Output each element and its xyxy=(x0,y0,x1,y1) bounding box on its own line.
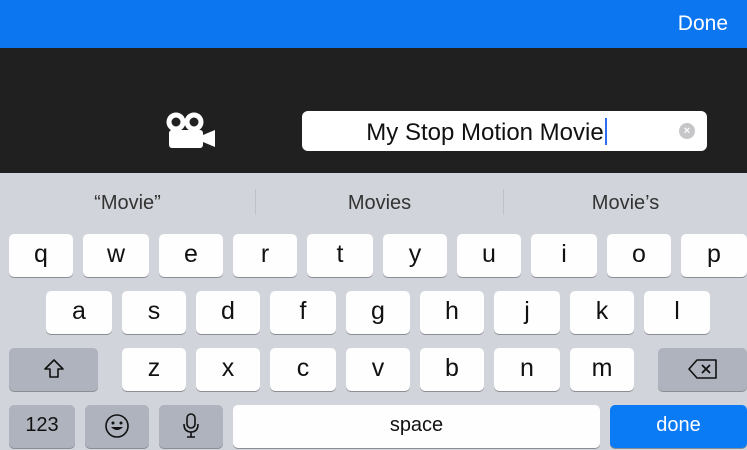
key-l[interactable]: l xyxy=(644,291,710,334)
keyboard: “Movie” Movies Movie’s q w e r t y u i o… xyxy=(0,173,747,450)
key-y[interactable]: y xyxy=(383,234,447,277)
suggestion-3[interactable]: Movie’s xyxy=(504,173,747,233)
keyboard-done-key[interactable]: done xyxy=(610,405,747,448)
shift-key[interactable] xyxy=(9,348,98,391)
key-a[interactable]: a xyxy=(46,291,112,334)
emoji-icon xyxy=(105,414,129,438)
microphone-icon xyxy=(183,413,199,438)
camera-icon xyxy=(166,112,215,148)
key-p[interactable]: p xyxy=(681,234,747,277)
suggestion-1[interactable]: “Movie” xyxy=(0,173,255,233)
key-n[interactable]: n xyxy=(494,348,560,391)
clear-text-icon[interactable]: × xyxy=(679,123,695,139)
title-input-text: My Stop Motion Movie xyxy=(366,119,604,146)
key-s[interactable]: s xyxy=(122,291,186,334)
done-button[interactable]: Done xyxy=(678,12,728,36)
backspace-icon xyxy=(687,359,717,379)
key-i[interactable]: i xyxy=(531,234,597,277)
key-w[interactable]: w xyxy=(83,234,149,277)
key-m[interactable]: m xyxy=(570,348,634,391)
key-u[interactable]: u xyxy=(457,234,521,277)
suggestion-2[interactable]: Movies xyxy=(256,173,503,233)
key-o[interactable]: o xyxy=(607,234,671,277)
key-g[interactable]: g xyxy=(346,291,410,334)
numbers-key[interactable]: 123 xyxy=(9,405,75,448)
key-j[interactable]: j xyxy=(494,291,560,334)
key-z[interactable]: z xyxy=(122,348,186,391)
key-f[interactable]: f xyxy=(270,291,336,334)
top-bar: Done xyxy=(0,0,747,48)
key-e[interactable]: e xyxy=(159,234,223,277)
title-input[interactable]: My Stop Motion Movie × xyxy=(302,111,707,151)
key-x[interactable]: x xyxy=(196,348,260,391)
key-t[interactable]: t xyxy=(307,234,373,277)
key-c[interactable]: c xyxy=(270,348,336,391)
shift-icon xyxy=(43,359,64,378)
key-v[interactable]: v xyxy=(346,348,410,391)
key-q[interactable]: q xyxy=(9,234,73,277)
key-r[interactable]: r xyxy=(233,234,297,277)
emoji-key[interactable] xyxy=(85,405,149,448)
text-caret xyxy=(604,118,607,145)
title-editor-area: My Stop Motion Movie × xyxy=(0,48,747,173)
key-h[interactable]: h xyxy=(420,291,484,334)
backspace-key[interactable] xyxy=(658,348,747,391)
key-k[interactable]: k xyxy=(570,291,634,334)
key-d[interactable]: d xyxy=(196,291,260,334)
key-b[interactable]: b xyxy=(420,348,484,391)
space-key[interactable]: space xyxy=(233,405,600,448)
dictation-key[interactable] xyxy=(159,405,223,448)
